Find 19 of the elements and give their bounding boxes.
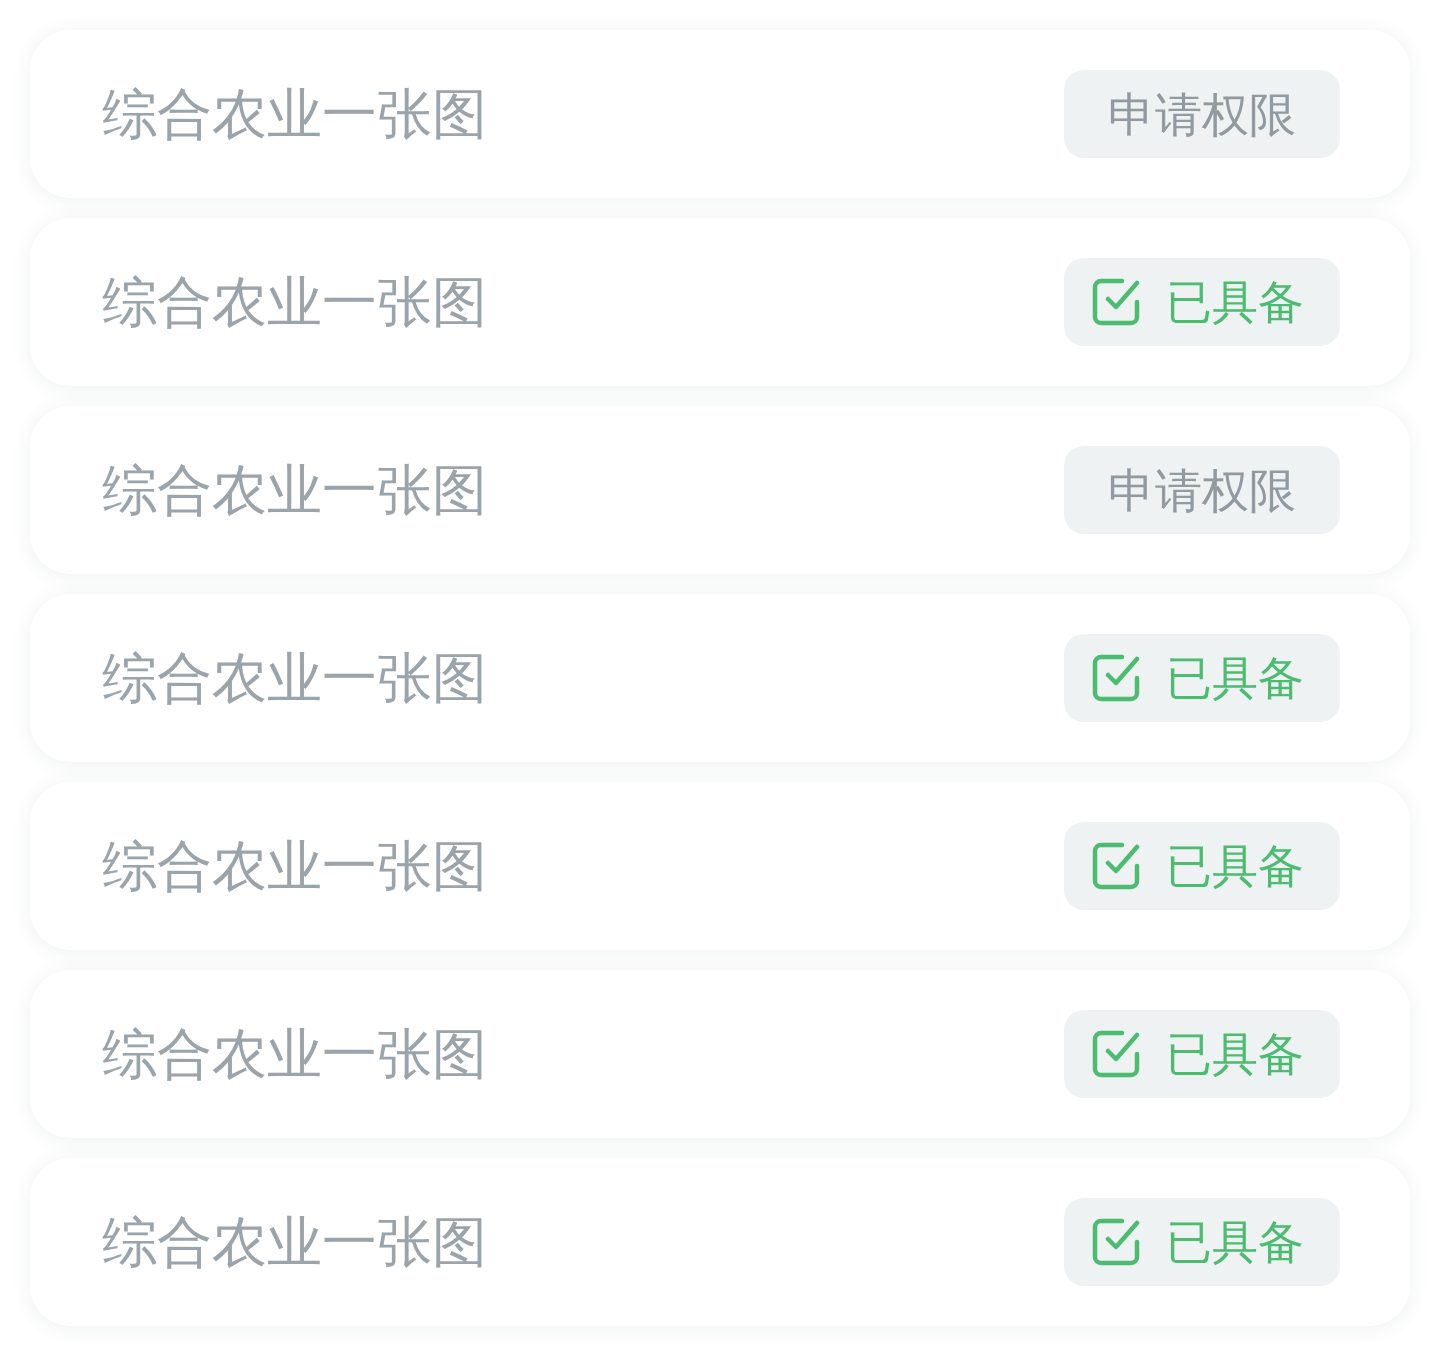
item-title: 综合农业一张图	[102, 650, 487, 706]
status-label: 已具备	[1166, 279, 1304, 325]
status-label: 已具备	[1166, 1031, 1304, 1077]
item-title: 综合农业一张图	[102, 462, 487, 518]
checkbox-tick-icon	[1092, 1218, 1140, 1266]
request-permission-button[interactable]: 申请权限	[1064, 70, 1340, 158]
checkbox-tick-icon	[1092, 1030, 1140, 1078]
item-title: 综合农业一张图	[102, 1214, 487, 1270]
checkbox-tick-icon	[1092, 842, 1140, 890]
status-label: 已具备	[1166, 655, 1304, 701]
request-permission-button[interactable]: 申请权限	[1064, 446, 1340, 534]
checkbox-tick-icon	[1092, 278, 1140, 326]
status-label: 已具备	[1166, 1219, 1304, 1265]
item-title: 综合农业一张图	[102, 1026, 487, 1082]
item-title: 综合农业一张图	[102, 838, 487, 894]
checkbox-tick-icon	[1092, 654, 1140, 702]
status-label: 已具备	[1166, 843, 1304, 889]
item-title: 综合农业一张图	[102, 274, 487, 330]
item-title: 综合农业一张图	[102, 86, 487, 142]
